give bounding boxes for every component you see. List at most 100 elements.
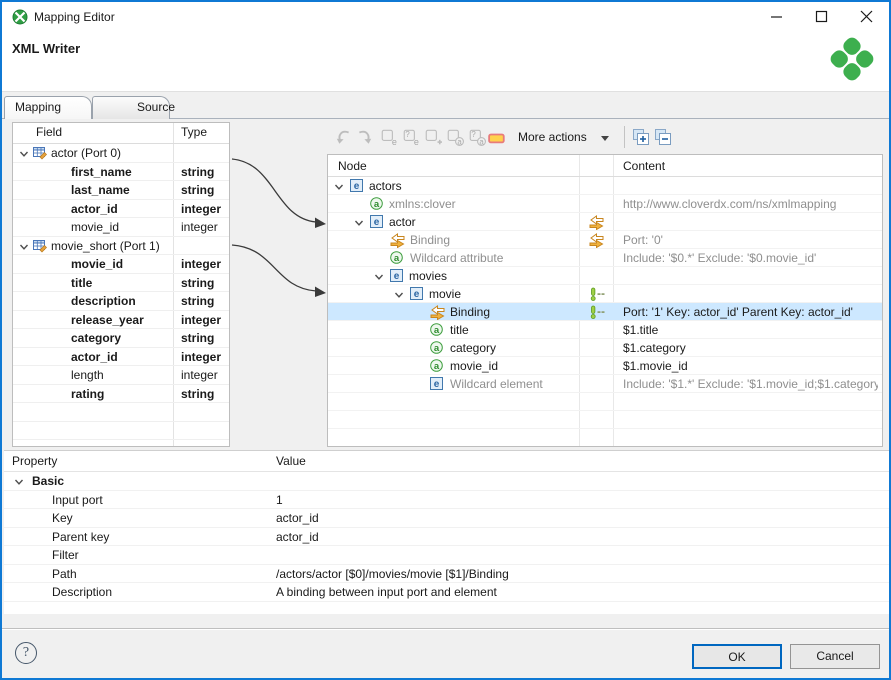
more-actions-label: More actions [518, 130, 587, 144]
property-name: Parent key [52, 529, 110, 544]
field-row[interactable]: rating string [13, 385, 229, 403]
property-row-filter[interactable]: Filter [4, 546, 889, 565]
field-row-empty [13, 422, 229, 440]
port-label: actor (Port 0) [51, 146, 122, 160]
field-row[interactable]: release_year integer [13, 311, 229, 329]
tree-row-title[interactable]: title $1.title [328, 321, 882, 339]
field-row-empty [13, 440, 229, 446]
tree-row-movie[interactable]: movie [328, 285, 882, 303]
property-value[interactable]: actor_id [276, 528, 319, 546]
field-type: string [181, 294, 215, 308]
ok-button[interactable]: OK [692, 644, 782, 669]
node-label: movie [429, 287, 462, 301]
field-row[interactable]: last_name string [13, 181, 229, 200]
tree-row-actors[interactable]: actors [328, 177, 882, 195]
property-value[interactable]: 1 [276, 491, 283, 509]
undo-icon[interactable] [334, 128, 352, 146]
property-group-basic[interactable]: Basic [4, 472, 889, 491]
field-name: first_name [71, 164, 132, 179]
tree-header: Node Content [328, 155, 882, 177]
property-value[interactable]: /actors/actor [$0]/movies/movie [$1]/Bin… [276, 565, 509, 583]
property-row-empty [4, 602, 889, 615]
tree-row-wildcard-attribute[interactable]: Wildcard attribute Include: '$0.*' Exclu… [328, 249, 882, 267]
chevron-down-icon[interactable] [394, 290, 404, 300]
chevron-down-icon[interactable] [374, 272, 384, 282]
field-type: string [181, 386, 215, 401]
expand-all-icon[interactable] [632, 128, 650, 146]
toolbar-divider [624, 126, 625, 148]
property-name: Key [52, 511, 73, 525]
tree-row-wildcard-element[interactable]: Wildcard element Include: '$1.*' Exclude… [328, 375, 882, 393]
binding-icon [430, 305, 445, 320]
chevron-down-icon[interactable] [19, 242, 29, 252]
tree-row-movies[interactable]: movies [328, 267, 882, 285]
tree-row-category[interactable]: category $1.category [328, 339, 882, 357]
window-title: Mapping Editor [34, 10, 115, 24]
tree-row-actor[interactable]: actor [328, 213, 882, 231]
more-actions-button[interactable]: More actions [514, 126, 613, 148]
tab-source[interactable]: Source [92, 96, 175, 119]
property-row-key[interactable]: Key actor_id [4, 509, 889, 528]
tree-row-binding-port1-selected[interactable]: Binding Port: '1' Key: actor_id' Parent … [328, 303, 882, 321]
key-icon [589, 287, 605, 302]
chevron-down-icon[interactable] [334, 182, 344, 192]
add-child-element-icon[interactable]: e [380, 128, 398, 146]
field-row[interactable]: movie_id integer [13, 218, 229, 237]
tree-row-xmlns-clover[interactable]: xmlns:clover http://www.cloverdx.com/ns/… [328, 195, 882, 213]
field-row[interactable]: actor_id integer [13, 200, 229, 218]
close-icon [860, 10, 873, 23]
field-row[interactable]: category string [13, 329, 229, 348]
property-row-input-port[interactable]: Input port 1 [4, 491, 889, 509]
maximize-button[interactable] [799, 2, 844, 32]
property-value[interactable]: actor_id [276, 509, 319, 527]
remove-mapping-icon[interactable] [488, 130, 506, 148]
property-row-parent-key[interactable]: Parent key actor_id [4, 528, 889, 546]
help-icon: ? [22, 645, 30, 660]
help-button[interactable]: ? [15, 642, 37, 664]
insert-attribute-icon[interactable]: ? a [468, 128, 486, 146]
minimize-icon [771, 16, 782, 18]
node-content: $1.title [623, 323, 659, 337]
wrap-element-icon[interactable] [424, 128, 442, 146]
add-child-attribute-icon[interactable]: a [446, 128, 464, 146]
field-row[interactable]: actor_id integer [13, 348, 229, 366]
close-button[interactable] [844, 2, 889, 32]
tab-source-label: Source [137, 100, 176, 114]
redo-icon[interactable] [356, 128, 374, 146]
svg-text:?: ? [405, 130, 410, 139]
cloverdx-logo [830, 37, 874, 81]
property-row-description[interactable]: Description A binding between input port… [4, 583, 889, 602]
node-label: Binding [410, 233, 451, 247]
minimize-button[interactable] [754, 2, 799, 32]
tab-mapping-label: Mapping [15, 100, 62, 114]
cancel-button[interactable]: Cancel [790, 644, 880, 669]
field-type: integer [181, 257, 222, 271]
binding-icon [589, 233, 604, 248]
field-row[interactable]: first_name string [13, 163, 229, 181]
field-row[interactable]: title string [13, 274, 229, 292]
field-row-empty [13, 403, 229, 422]
collapse-all-icon[interactable] [654, 128, 672, 146]
field-row[interactable]: length integer [13, 366, 229, 385]
property-row-path[interactable]: Path /actors/actor [$0]/movies/movie [$1… [4, 565, 889, 583]
binding-icon [589, 215, 604, 230]
tree-row-movie-id[interactable]: movie_id $1.movie_id [328, 357, 882, 375]
node-content: http://www.cloverdx.com/ns/xmlmapping [623, 197, 837, 211]
field-type: integer [181, 368, 218, 382]
attribute-icon [430, 341, 443, 354]
chevron-down-icon[interactable] [354, 218, 364, 228]
field-row-port1[interactable]: movie_short (Port 1) [13, 237, 229, 255]
chevron-down-icon[interactable] [14, 477, 24, 487]
page-title: XML Writer [12, 41, 81, 56]
field-row[interactable]: movie_id integer [13, 255, 229, 274]
field-name: actor_id [71, 201, 118, 216]
field-row-port0[interactable]: actor (Port 0) [13, 144, 229, 163]
insert-element-icon[interactable]: ? e [402, 128, 420, 146]
field-column-header: Field [36, 125, 63, 139]
tab-mapping[interactable]: Mapping [4, 96, 92, 119]
port-label: movie_short (Port 1) [51, 238, 160, 253]
field-row[interactable]: description string [13, 292, 229, 311]
property-value[interactable]: A binding between input port and element [276, 583, 497, 601]
chevron-down-icon[interactable] [19, 149, 29, 159]
tree-row-binding-port0[interactable]: Binding Port: '0' [328, 231, 882, 249]
